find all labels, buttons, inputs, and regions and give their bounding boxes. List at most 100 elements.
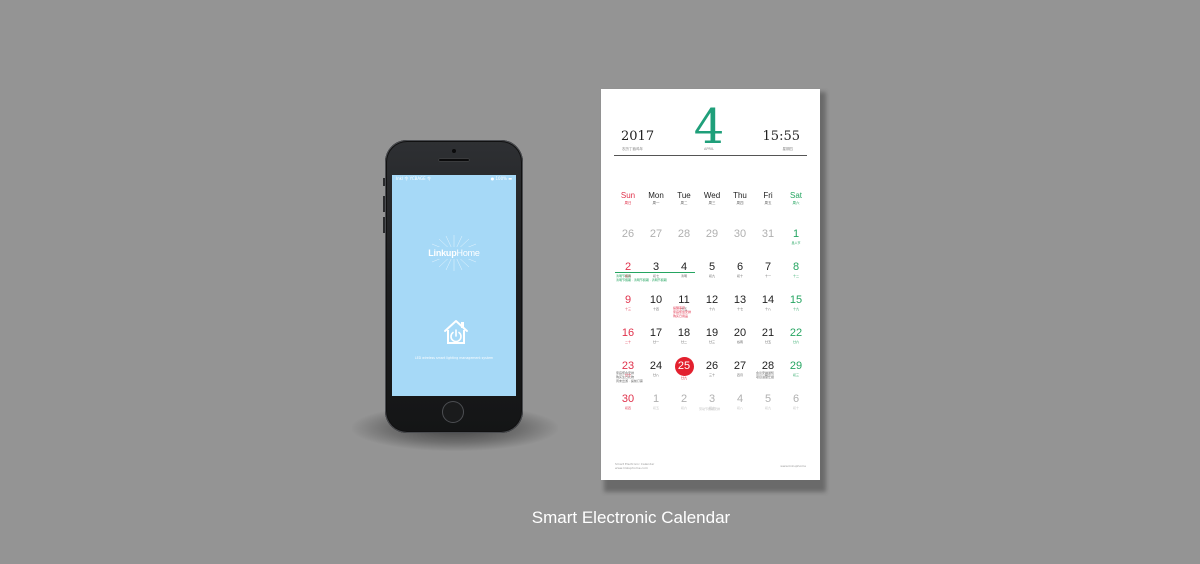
day-number: 26 <box>621 228 635 240</box>
weekday-name-zh: 周一 <box>652 201 660 205</box>
day-cell[interactable]: 28 <box>670 222 698 241</box>
day-cell[interactable]: 8 十二 <box>782 255 810 279</box>
lunar-date: 廿八 <box>652 373 659 377</box>
weekday-name: Sat <box>789 191 802 200</box>
day-number: 30 <box>733 228 747 240</box>
day-cell[interactable]: 1 初五 <box>642 387 670 411</box>
logo-light-text: Home <box>456 248 480 258</box>
lunar-date: 十九 <box>792 307 799 311</box>
day-cell[interactable]: 6 初十 <box>726 255 754 279</box>
lunar-date: 十五 <box>680 307 687 311</box>
day-cell[interactable]: 22 廿六 <box>782 321 810 345</box>
day-cell[interactable]: 16 二十 <box>614 321 642 345</box>
day-cell[interactable]: 5 初九 <box>754 387 782 411</box>
front-camera <box>452 149 456 153</box>
lunar-date: 廿七 <box>624 373 631 377</box>
day-cell[interactable]: 17 廿一 <box>642 321 670 345</box>
day-number: 19 <box>705 327 719 339</box>
day-cell[interactable]: 3 初七 <box>698 387 726 411</box>
day-number: 18 <box>677 327 691 339</box>
day-cell[interactable]: 2 初六 <box>614 255 642 279</box>
calendar-year: 2017 <box>621 129 655 144</box>
logo-bold-text: Linkup <box>428 248 457 258</box>
day-number: 21 <box>761 327 775 339</box>
day-cell[interactable]: 4 初八 <box>726 387 754 411</box>
day-number: 13 <box>733 294 747 306</box>
weekday-name-zh: 周日 <box>624 201 632 205</box>
calendar-clock: 15:55 <box>762 129 800 144</box>
day-number: 2 <box>680 393 688 405</box>
lunar-date: 十三 <box>624 307 631 311</box>
day-cell[interactable]: 26 三十 <box>698 354 726 378</box>
day-cell[interactable]: 3 初七 <box>642 255 670 279</box>
day-cell[interactable]: 31 <box>754 222 782 241</box>
app-splash-screen[interactable]: lnkl 令 YCBAGE 令 ● 100% ▬ LinkupHome LED … <box>392 175 516 396</box>
header-divider <box>614 155 807 156</box>
day-cell[interactable]: 29 <box>698 222 726 241</box>
day-number: 3 <box>652 261 660 273</box>
day-cell[interactable]: 6 初十 <box>782 387 810 411</box>
weekday-name-zh: 周五 <box>764 201 772 205</box>
day-number: 29 <box>789 360 803 372</box>
day-cell[interactable]: 30 <box>726 222 754 241</box>
day-cell[interactable]: 11 十五 <box>670 288 698 312</box>
weekday-name-zh: 周六 <box>792 201 800 205</box>
day-cell[interactable]: 29 初三 <box>782 354 810 378</box>
day-cell[interactable]: 2 初六 <box>670 387 698 411</box>
footer-brand: www.linkuphome <box>780 464 806 468</box>
day-cell[interactable]: 27 <box>642 222 670 241</box>
lunar-date: 十八 <box>764 307 771 311</box>
day-cell[interactable]: 13 十七 <box>726 288 754 312</box>
lunar-date: 四月 <box>736 373 743 377</box>
day-cell[interactable]: 20 谷雨 <box>726 321 754 345</box>
status-battery: ● 100% ▬ <box>490 176 512 181</box>
status-carrier: lnkl 令 YCBAGE 令 <box>396 176 431 181</box>
lunar-date: 廿五 <box>764 340 771 344</box>
day-number: 28 <box>677 228 691 240</box>
day-cell[interactable]: 19 廿三 <box>698 321 726 345</box>
day-cell[interactable]: 1 愚人节 <box>782 222 810 246</box>
footer-info: Smart Electronic Calendar www.linkuphome… <box>615 462 654 470</box>
day-cell[interactable]: 21 廿五 <box>754 321 782 345</box>
day-cell[interactable]: 12 十六 <box>698 288 726 312</box>
day-number: 22 <box>789 327 803 339</box>
day-cell[interactable]: 9 十三 <box>614 288 642 312</box>
day-cell[interactable]: 26 <box>614 222 642 241</box>
day-cell-today[interactable]: 25 廿九 <box>670 354 698 381</box>
lunar-date: 十二 <box>792 274 799 278</box>
lunar-date: 廿三 <box>708 340 715 344</box>
app-logo: LinkupHome <box>392 248 516 258</box>
day-cell[interactable]: 30 初四 <box>614 387 642 411</box>
day-cell[interactable]: 14 十八 <box>754 288 782 312</box>
day-cell[interactable]: 27 四月 <box>726 354 754 378</box>
weekday-header: Fri 周五 <box>754 191 782 206</box>
volume-up-button <box>383 196 385 212</box>
calendar-year-lunar: 农历丁酉鸡年 <box>622 147 643 151</box>
weekday-name-zh: 周三 <box>708 201 716 205</box>
day-number: 2 <box>624 261 632 273</box>
day-cell[interactable]: 4 清明 <box>670 255 698 279</box>
lunar-date: 初七 <box>708 406 715 410</box>
home-button[interactable] <box>442 401 464 423</box>
day-cell[interactable]: 23 廿七 <box>614 354 642 378</box>
day-cell[interactable]: 15 十九 <box>782 288 810 312</box>
day-cell[interactable]: 18 廿二 <box>670 321 698 345</box>
day-cell[interactable]: 10 十四 <box>642 288 670 312</box>
lunar-date: 十六 <box>708 307 715 311</box>
day-number: 4 <box>680 261 688 273</box>
day-cell[interactable]: 28 初二 <box>754 354 782 378</box>
day-cell[interactable]: 24 廿八 <box>642 354 670 378</box>
lunar-date: 廿六 <box>792 340 799 344</box>
day-number: 31 <box>761 228 775 240</box>
weekday-name: Tue <box>677 191 691 200</box>
day-number: 11 <box>678 294 690 306</box>
day-number: 8 <box>792 261 800 273</box>
day-cell[interactable]: 7 十一 <box>754 255 782 279</box>
lunar-date: 十一 <box>764 274 771 278</box>
day-cell[interactable]: 5 初九 <box>698 255 726 279</box>
day-number: 27 <box>649 228 663 240</box>
weekday-header: Sat 周六 <box>782 191 810 206</box>
weekday-name: Thu <box>733 191 747 200</box>
lunar-date: 初六 <box>680 406 687 410</box>
app-tagline: LED wireless smart lighting management s… <box>414 356 494 360</box>
